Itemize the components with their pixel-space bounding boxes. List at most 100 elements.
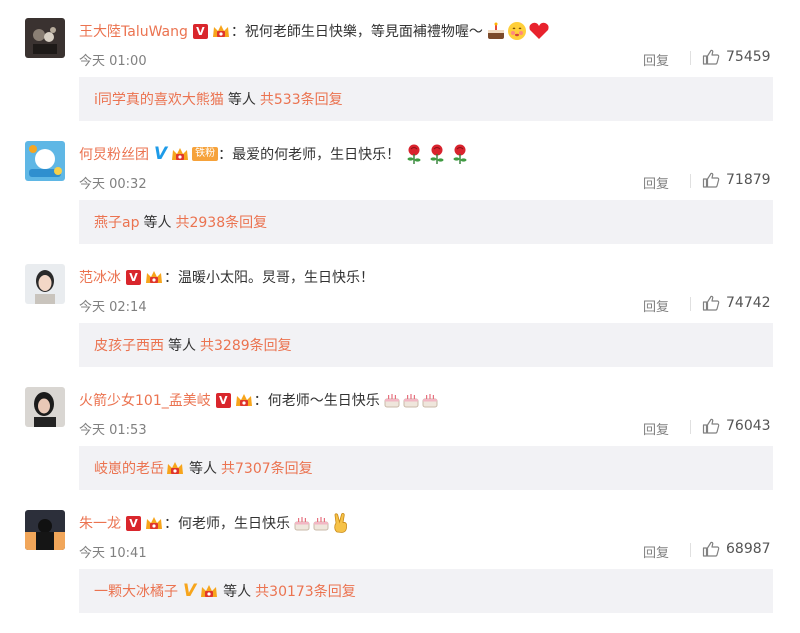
divider [690, 543, 691, 557]
rose-emoji-icon [407, 144, 421, 164]
verified-badge-icon: V [126, 515, 141, 531]
like-count: 76043 [726, 418, 771, 434]
like-count: 75459 [726, 49, 771, 65]
rose-emoji-icon [453, 144, 467, 164]
comment-time: 今天 00:32 [79, 177, 147, 192]
reply-etc-text: 等人 [143, 215, 172, 231]
comment-text: 何老师，生日快乐 [178, 516, 290, 532]
reply-count-link[interactable]: 共533条回复 [260, 89, 343, 109]
like-count: 74742 [726, 295, 771, 311]
emoji-group [293, 512, 352, 534]
emoji-group [383, 391, 440, 409]
reply-summary[interactable]: 燕子ap 等人 共2938条回复 [79, 200, 773, 244]
rose-emoji-icon [430, 144, 444, 164]
like-button[interactable]: 71879 [702, 171, 771, 189]
crown-icon [144, 515, 164, 532]
like-button[interactable]: 74742 [702, 294, 771, 312]
crown-icon [170, 146, 190, 163]
comment-text: 何老师～生日快乐 [267, 393, 380, 409]
crown-icon [144, 269, 164, 286]
crown-icon [165, 460, 185, 477]
victory-hand-emoji-icon [334, 512, 347, 533]
reply-user-link[interactable]: 皮孩子西西 [94, 335, 164, 355]
colon: ： [230, 24, 245, 40]
reply-count-link[interactable]: 共3289条回复 [200, 335, 292, 355]
reply-summary[interactable]: 一颗大冰橘子 V 等人 共30173条回复 [79, 569, 773, 613]
thumbs-up-icon [702, 172, 720, 188]
like-count: 68987 [726, 541, 771, 557]
comment-item: 范冰冰 V ： 温暖小太阳。炅哥，生日快乐！ 今天 02:14 回复 74742… [0, 264, 800, 387]
reply-user-link[interactable]: i同学真的喜欢大熊猫 [94, 89, 224, 109]
small-cake-emoji-icon [384, 394, 400, 408]
comment-header: 范冰冰 V ： 温暖小太阳。炅哥，生日快乐！ [79, 266, 779, 288]
username-link[interactable]: 朱一龙 [79, 513, 121, 533]
divider [690, 174, 691, 188]
colon: ： [253, 393, 268, 409]
reply-count-link[interactable]: 共7307条回复 [221, 458, 313, 478]
reply-etc-text: 等人 [168, 338, 196, 354]
reply-count-link[interactable]: 共30173条回复 [255, 581, 356, 601]
reply-summary[interactable]: 皮孩子西西 等人 共3289条回复 [79, 323, 773, 367]
username-link[interactable]: 何炅粉丝团 [79, 144, 149, 164]
divider [690, 420, 691, 434]
reply-user-link[interactable]: 一颗大冰橘子 [94, 581, 178, 601]
like-button[interactable]: 76043 [702, 417, 771, 435]
crown-icon [199, 583, 219, 600]
avatar[interactable] [25, 141, 65, 181]
colon: ： [164, 270, 178, 286]
reply-etc-text: 等人 [227, 92, 256, 108]
emoji-group [403, 143, 472, 165]
avatar[interactable] [25, 264, 65, 304]
reply-button[interactable]: 回复 [643, 542, 669, 561]
reply-user-link[interactable]: 燕子ap [94, 212, 139, 232]
reply-button[interactable]: 回复 [643, 50, 669, 69]
small-cake-emoji-icon [403, 394, 419, 408]
reply-count-link[interactable]: 共2938条回复 [175, 212, 267, 232]
reply-button[interactable]: 回复 [643, 173, 669, 192]
comment-time: 今天 01:00 [79, 54, 147, 69]
reply-summary[interactable]: 岐崽的老岳 等人 共7307条回复 [79, 446, 773, 490]
gold-verified-icon: V [183, 581, 197, 601]
fan-badge: 铁粉 [192, 147, 219, 161]
comment-header: 朱一龙 V ： 何老师，生日快乐 [79, 512, 779, 534]
username-link[interactable]: 火箭少女101_孟美岐 [79, 390, 211, 410]
comment-text: 最爱的何老师，生日快乐！ [232, 147, 401, 163]
comment-text: 温暖小太阳。炅哥，生日快乐！ [178, 270, 374, 286]
reply-summary[interactable]: i同学真的喜欢大熊猫 等人 共533条回复 [79, 77, 773, 121]
comment-item: 何炅粉丝团 V 铁粉 ： 最爱的何老师，生日快乐！ 今天 00:32 回复 71… [0, 141, 800, 264]
reply-button[interactable]: 回复 [643, 419, 669, 438]
blush-emoji-icon [507, 22, 526, 40]
small-cake-emoji-icon [422, 394, 438, 408]
crown-icon [234, 392, 254, 409]
divider [690, 297, 691, 311]
username-link[interactable]: 王大陸TaluWang [79, 21, 188, 41]
emoji-group [486, 21, 551, 41]
crown-icon [211, 23, 231, 40]
thumbs-up-icon [702, 295, 720, 311]
colon: ： [164, 516, 178, 532]
comment-time: 今天 02:14 [79, 300, 147, 315]
comment-item: 王大陸TaluWang V ： 祝何老師生日快樂，等見面補禮物喔～ 今天 01:… [0, 18, 800, 141]
avatar[interactable] [25, 387, 65, 427]
reply-button[interactable]: 回复 [643, 296, 669, 315]
username-link[interactable]: 范冰冰 [79, 267, 121, 287]
like-button[interactable]: 75459 [702, 48, 771, 66]
small-cake-emoji-icon [294, 517, 310, 531]
verified-badge-icon: V [215, 392, 231, 408]
comment-time: 今天 01:53 [79, 423, 147, 438]
colon: ： [218, 147, 233, 163]
thumbs-up-icon [702, 541, 720, 557]
like-count: 71879 [726, 172, 771, 188]
avatar[interactable] [25, 510, 65, 550]
cake-emoji-icon [487, 22, 504, 39]
reply-etc-text: 等人 [189, 461, 217, 477]
like-button[interactable]: 68987 [702, 540, 771, 558]
avatar[interactable] [25, 18, 65, 58]
comment-time: 今天 10:41 [79, 546, 147, 561]
blue-verified-icon: V [154, 144, 168, 164]
thumbs-up-icon [702, 418, 720, 434]
red-heart-emoji-icon [529, 22, 549, 39]
reply-etc-text: 等人 [223, 584, 252, 600]
divider [690, 51, 691, 65]
reply-user-link[interactable]: 岐崽的老岳 [94, 458, 164, 478]
